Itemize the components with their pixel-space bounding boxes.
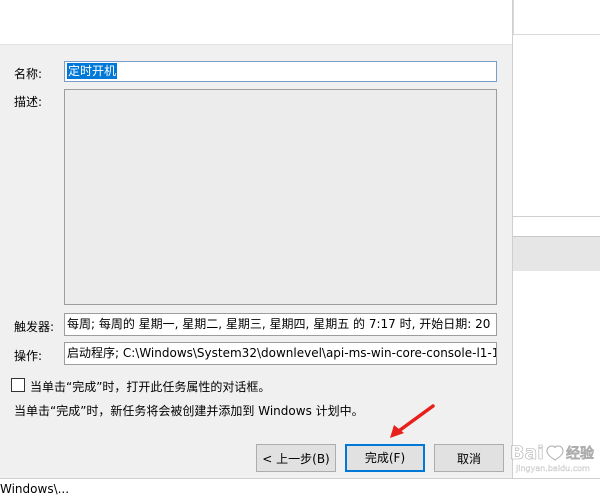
- status-path-text: Windows\...: [0, 482, 70, 496]
- action-label: 操作:: [14, 349, 43, 363]
- bg-panel-header: [513, 236, 600, 271]
- trigger-value: 每周; 每周的 星期一, 星期二, 星期三, 星期四, 星期五 的 7:17 时…: [67, 317, 491, 331]
- action-value: 启动程序; C:\Windows\System32\downlevel\api-…: [67, 346, 497, 360]
- open-properties-checkbox[interactable]: [11, 378, 25, 392]
- description-field[interactable]: [64, 89, 497, 305]
- name-label: 名称:: [14, 67, 43, 81]
- back-button[interactable]: < 上一步(B): [256, 444, 336, 472]
- name-field[interactable]: 定时开机: [64, 61, 497, 82]
- background-window: [513, 0, 600, 478]
- cancel-button[interactable]: 取消: [434, 444, 504, 472]
- open-properties-checkbox-label[interactable]: 当单击“完成”时，打开此任务属性的对话框。: [30, 378, 270, 395]
- trigger-label: 触发器:: [14, 320, 55, 334]
- bg-divider: [513, 216, 600, 217]
- description-label: 描述:: [14, 95, 43, 109]
- finish-button[interactable]: 完成(F): [345, 444, 425, 472]
- red-arrow-annotation: [390, 404, 435, 438]
- bg-divider: [513, 34, 600, 35]
- bg-divider: [513, 0, 514, 34]
- name-value: 定时开机: [67, 63, 118, 79]
- screenshot-root: 名称: 定时开机 描述: 触发器: 每周; 每周的 星期一, 星期二, 星期三,…: [0, 0, 600, 500]
- finish-info-text: 当单击“完成”时，新任务将会被创建并添加到 Windows 计划中。: [14, 404, 364, 418]
- status-bar: Windows\...: [0, 478, 600, 500]
- action-field[interactable]: 启动程序; C:\Windows\System32\downlevel\api-…: [64, 342, 497, 365]
- wizard-header-band: [0, 0, 512, 45]
- trigger-field[interactable]: 每周; 每周的 星期一, 星期二, 星期三, 星期四, 星期五 的 7:17 时…: [64, 313, 497, 336]
